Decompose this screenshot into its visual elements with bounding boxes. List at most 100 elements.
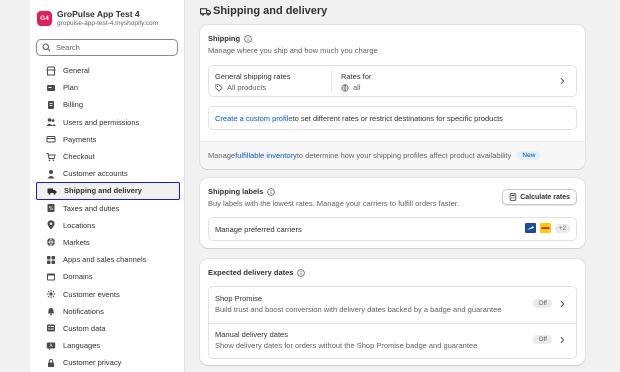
globe-icon — [46, 237, 56, 247]
nav-item-customer-accounts[interactable]: Customer accounts — [36, 165, 180, 182]
nav-item-notifications[interactable]: Notifications — [36, 303, 180, 320]
nav-label: Users and permissions — [63, 117, 140, 127]
language-icon: A — [46, 341, 56, 351]
page-title: Shipping and delivery — [200, 0, 585, 22]
lock-icon — [46, 358, 56, 368]
nav-label: Domains — [63, 272, 93, 282]
main-content: Shipping and delivery Shipping Manage wh… — [200, 0, 585, 365]
nav-label: Notifications — [63, 306, 104, 316]
nav-item-apps[interactable]: Apps and sales channels — [36, 251, 180, 268]
nav-label: Plan — [63, 83, 79, 93]
shipping-labels-card: Shipping labels Buy labels with the lowe… — [200, 178, 585, 248]
carriers-label: Manage preferred carriers — [215, 225, 302, 234]
manual-delivery-dates-row[interactable]: Manual delivery dates Show delivery date… — [209, 324, 576, 360]
preferred-carriers-row[interactable]: Manage preferred carriers +2 — [208, 217, 577, 241]
info-icon[interactable] — [244, 34, 252, 43]
shipping-labels-subtitle: Buy labels with the lowest rates. Manage… — [208, 199, 459, 208]
nav-label: Taxes and duties — [63, 203, 120, 213]
nav-item-languages[interactable]: A Languages — [36, 337, 180, 354]
delivery-dates-title-text: Expected delivery dates — [208, 268, 294, 277]
nav-item-customer-events[interactable]: Customer events — [36, 285, 180, 302]
nav-label: Apps and sales channels — [63, 255, 147, 265]
option-title: Shop Promise — [215, 294, 263, 303]
option-title: Manual delivery dates — [215, 330, 288, 339]
events-icon — [46, 289, 56, 299]
truck-icon — [47, 186, 57, 196]
nav-label: Locations — [63, 220, 96, 230]
create-custom-profile-link[interactable]: Create a custom profile — [215, 114, 293, 123]
nav-item-plan[interactable]: Plan — [36, 79, 180, 96]
store-icon — [46, 66, 56, 76]
settings-nav: General Plan Billing Users and permissio… — [30, 62, 184, 371]
search-icon — [42, 43, 51, 52]
manage-suffix: to determine how your shipping profiles … — [296, 151, 512, 160]
nav-label: Customer privacy — [63, 358, 122, 368]
search-input[interactable]: Search — [36, 39, 178, 56]
all-products-row: All products — [215, 83, 266, 92]
nav-item-custom-data[interactable]: Custom data — [36, 320, 180, 337]
chevron-right-icon — [560, 77, 565, 85]
nav-label: Custom data — [63, 323, 106, 333]
plan-icon — [46, 83, 56, 93]
nav-item-shipping[interactable]: Shipping and delivery — [36, 182, 180, 200]
store-name: GroPulse App Test 4 — [57, 9, 140, 19]
bell-icon — [46, 306, 56, 316]
nav-item-customer-privacy[interactable]: Customer privacy — [36, 354, 180, 371]
globe-icon — [341, 83, 349, 92]
data-icon — [46, 323, 56, 333]
settings-sidebar: G4 GroPulse App Test 4 gropulse-app-test… — [30, 0, 185, 372]
nav-item-billing[interactable]: Billing — [36, 96, 180, 113]
chevron-right-icon — [560, 300, 565, 308]
store-switcher[interactable]: G4 GroPulse App Test 4 gropulse-app-test… — [30, 0, 184, 30]
manage-inventory-footer: Manage fulfillable inventory to determin… — [200, 141, 585, 169]
svg-text:%: % — [49, 206, 54, 212]
delivery-dates-card: Expected delivery dates Shop Promise Bui… — [200, 259, 585, 365]
rates-for-label: Rates for — [341, 72, 372, 81]
nav-item-users[interactable]: Users and permissions — [36, 114, 180, 131]
shipping-title-text: Shipping — [208, 34, 241, 43]
manage-prefix: Manage — [208, 151, 236, 160]
general-shipping-rates-row[interactable]: General shipping rates All products Rate… — [208, 65, 577, 97]
shipping-labels-title-text: Shipping labels — [208, 187, 264, 196]
shipping-subtitle: Manage where you ship and how much you c… — [208, 46, 378, 55]
billing-icon — [46, 100, 56, 110]
rates-for-value: all — [353, 83, 361, 92]
nav-item-markets[interactable]: Markets — [36, 234, 180, 251]
info-icon[interactable] — [297, 268, 306, 277]
nav-item-domains[interactable]: Domains — [36, 268, 180, 285]
nav-item-general[interactable]: General — [36, 62, 180, 79]
nav-label: Billing — [63, 100, 84, 110]
nav-label: Customer accounts — [63, 169, 128, 179]
apps-icon — [46, 255, 56, 265]
shop-promise-row[interactable]: Shop Promise Build trust and boost conve… — [209, 287, 576, 323]
nav-label: Checkout — [63, 152, 95, 162]
nav-label: Shipping and delivery — [64, 186, 142, 196]
status-badge: Off — [533, 299, 552, 308]
rates-for-row: all — [341, 83, 361, 92]
nav-item-checkout[interactable]: Checkout — [36, 148, 180, 165]
delivery-dates-title: Expected delivery dates — [208, 268, 306, 277]
store-domain: gropulse-app-test-4.myshopify.com — [57, 20, 159, 27]
option-desc: Build trust and boost conversion with de… — [215, 305, 502, 314]
person-icon — [46, 169, 56, 179]
store-avatar: G4 — [37, 11, 52, 26]
option-desc: Show delivery dates for orders without t… — [215, 341, 478, 350]
page-title-text: Shipping and delivery — [213, 5, 328, 17]
dhl-logo-icon — [539, 223, 551, 233]
truck-icon — [200, 7, 211, 16]
carrier-logos: +2 — [524, 223, 570, 233]
chevron-right-icon — [560, 336, 565, 344]
calculator-icon — [509, 193, 517, 201]
info-icon[interactable] — [267, 187, 276, 196]
nav-label: Payments — [63, 134, 97, 144]
nav-item-payments[interactable]: Payments — [36, 131, 180, 148]
fulfillable-inventory-link[interactable]: fulfillable inventory — [235, 151, 297, 160]
nav-item-locations[interactable]: Locations — [36, 217, 180, 234]
nav-item-taxes[interactable]: % Taxes and duties — [36, 200, 180, 217]
calculate-rates-button[interactable]: Calculate rates — [502, 189, 577, 205]
custom-profile-row: Create a custom profile to set different… — [208, 106, 577, 130]
status-badge: Off — [533, 335, 552, 344]
search-placeholder: Search — [56, 43, 80, 52]
domains-icon — [46, 272, 56, 282]
tag-icon — [215, 83, 223, 92]
